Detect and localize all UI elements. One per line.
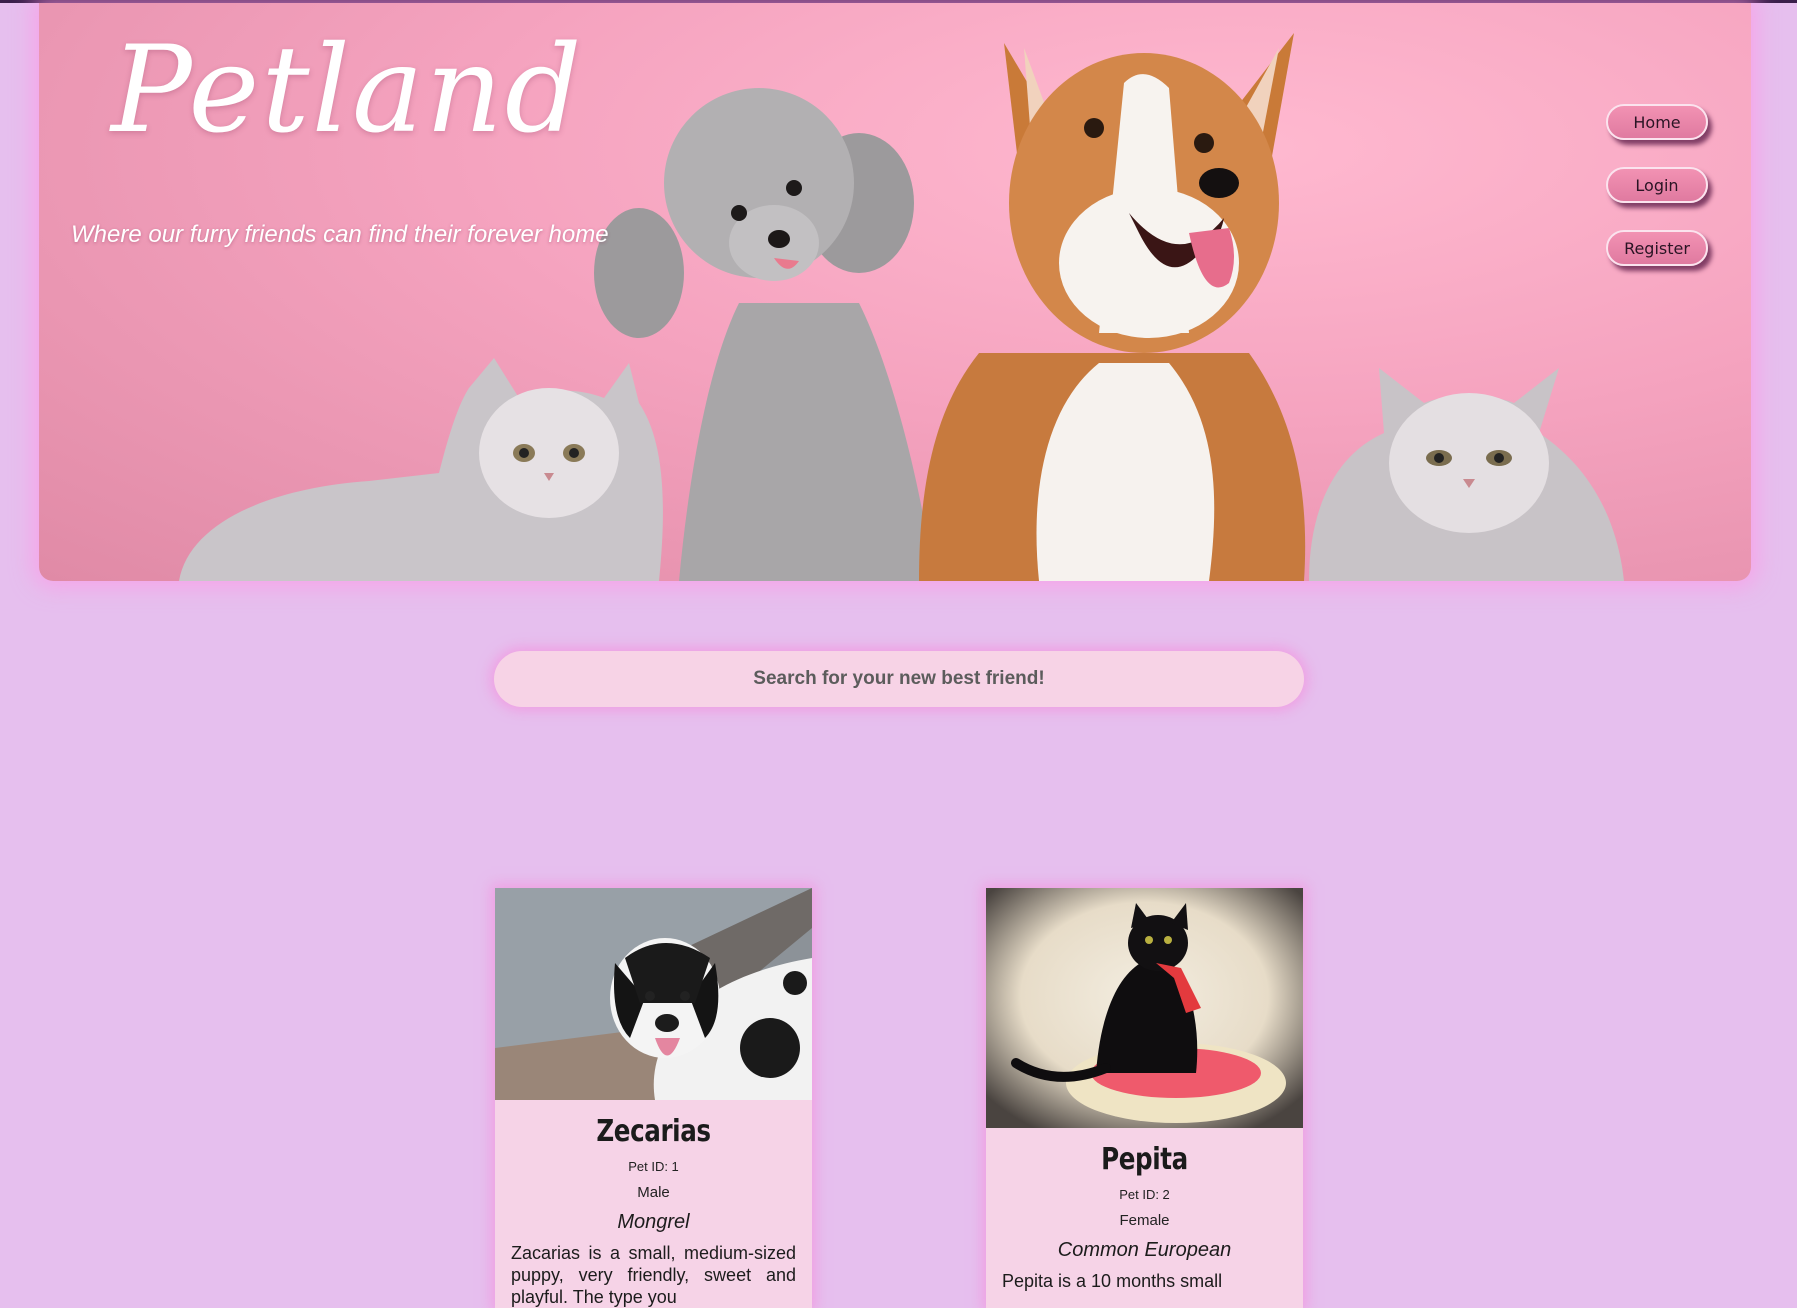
register-button[interactable]: Register xyxy=(1606,230,1708,266)
pet-id: Pet ID: 1 xyxy=(628,1159,679,1174)
corgi-illustration xyxy=(919,33,1306,581)
main-nav: Home Login Register xyxy=(1606,104,1708,266)
pet-photo xyxy=(986,888,1303,1128)
pet-name: Pepita xyxy=(1101,1142,1188,1177)
pet-description: Zacarias is a small, medium-sized puppy,… xyxy=(511,1243,796,1307)
home-button[interactable]: Home xyxy=(1606,104,1708,140)
site-title: Petland xyxy=(111,21,584,160)
pet-photo xyxy=(495,888,812,1100)
pet-name: Zecarias xyxy=(596,1114,711,1149)
hero-banner: Petland Where our furry friends can find… xyxy=(39,3,1751,581)
pet-id: Pet ID: 2 xyxy=(1119,1187,1170,1202)
search-bar xyxy=(494,650,1304,708)
pet-card[interactable]: Zecarias Pet ID: 1 Male Mongrel Zacarias… xyxy=(495,888,812,1308)
pet-sex: Male xyxy=(637,1184,670,1201)
site-tagline: Where our furry friends can find their f… xyxy=(71,221,609,248)
left-cat-illustration xyxy=(179,358,663,581)
pet-card[interactable]: Pepita Pet ID: 2 Female Common European … xyxy=(986,888,1303,1308)
pet-breed: Common European xyxy=(1057,1239,1232,1261)
login-button[interactable]: Login xyxy=(1606,167,1708,203)
search-input[interactable] xyxy=(494,650,1304,708)
pet-breed: Mongrel xyxy=(617,1211,690,1233)
right-cat-illustration xyxy=(1309,368,1624,581)
pet-sex: Female xyxy=(1119,1212,1170,1229)
pet-description: Pepita is a 10 months small xyxy=(1002,1271,1223,1291)
